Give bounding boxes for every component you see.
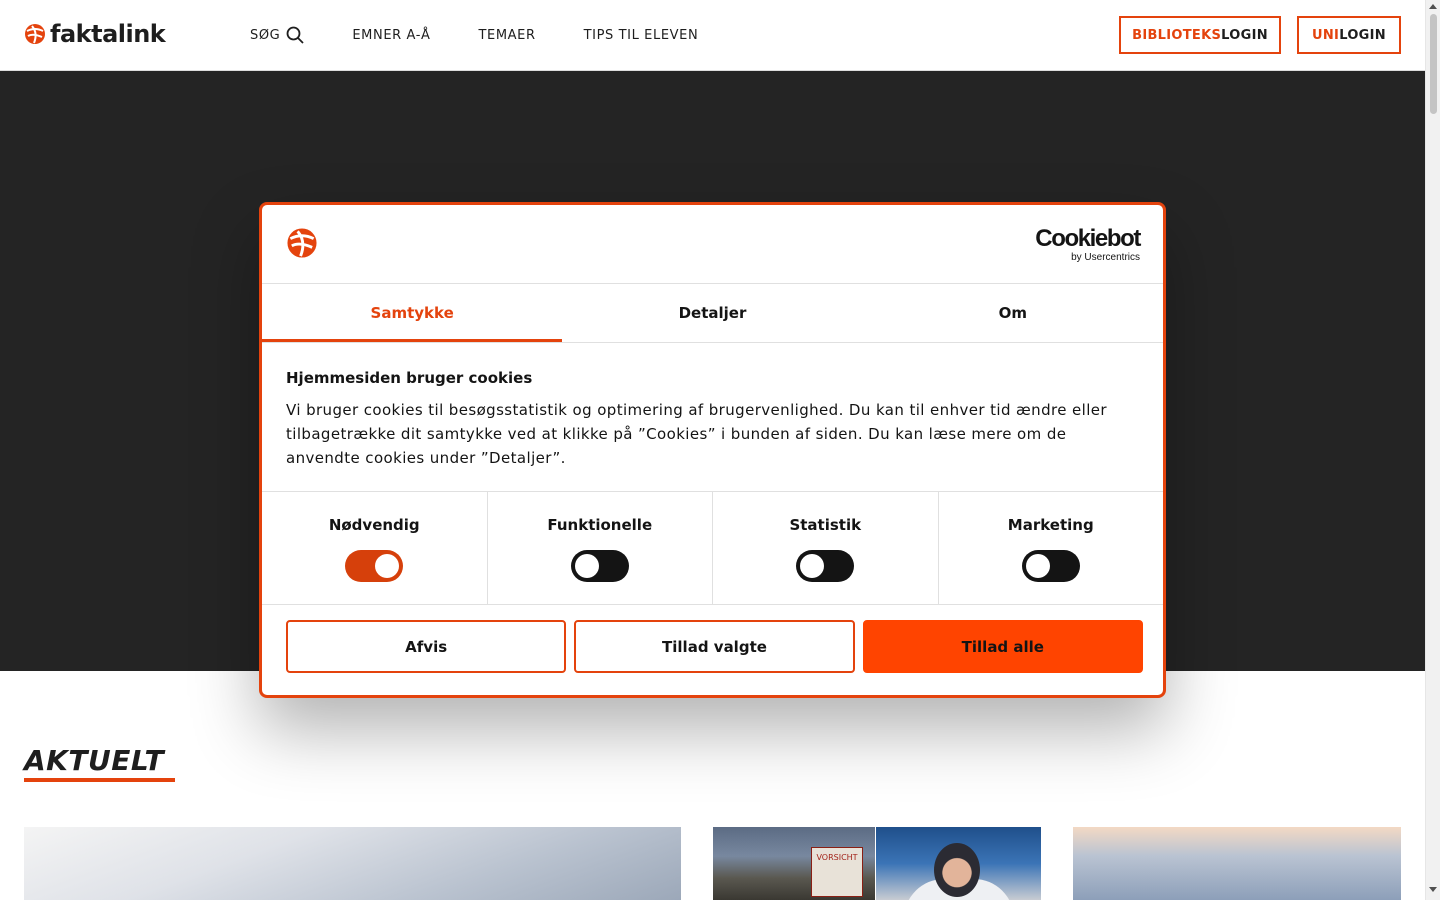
cookie-consent-dialog: Cookiebot by Usercentrics Samtykke Detal… [259,202,1166,698]
dialog-heading: Hjemmesiden bruger cookies [286,369,533,387]
cookie-categories: Nødvendig Funktionelle Statistik Marketi… [262,491,1163,605]
section-title: AKTUELT [24,744,165,777]
news-card-image[interactable]: VORSICHT [713,827,875,900]
divider [262,342,1163,343]
category-funktionelle: Funktionelle [488,492,713,604]
toggle-statistik[interactable] [796,550,855,582]
category-label: Statistik [789,516,862,534]
biblioteks-login-button[interactable]: BIBLIOTEKS LOGIN [1119,16,1281,54]
nav-item-label: TIPS TIL ELEVEN [583,27,699,43]
globe-logo-icon [25,24,45,44]
toggle-nodvendig[interactable] [345,550,404,582]
cookiebot-by: by Usercentrics [1071,252,1140,263]
nav-item-label: TEMAER [478,27,536,43]
category-label: Funktionelle [547,516,653,534]
cookiebot-logo[interactable]: Cookiebot by Usercentrics [1035,225,1141,264]
category-label: Marketing [1007,516,1094,534]
warning-sign: VORSICHT [811,847,863,897]
tab-detaljer[interactable]: Detaljer [562,284,862,342]
nav-item-emner[interactable]: EMNER A-Å [352,26,430,44]
login-rest-text: LOGIN [1339,27,1386,43]
dialog-tabs: Samtykke Detaljer Om [262,284,1163,342]
tab-samtykke[interactable]: Samtykke [262,284,563,342]
category-label: Nødvendig [328,516,420,534]
scroll-up-icon[interactable] [1429,4,1437,9]
sign-text: VORSICHT [816,853,858,862]
allow-selected-button[interactable]: Tillad valgte [574,620,855,673]
toggle-knob [574,554,599,578]
scroll-thumb[interactable] [1430,14,1437,114]
login-accent-text: UNI [1312,27,1340,43]
news-card-image[interactable] [876,827,1041,900]
nav-item-search[interactable]: SØG [250,26,304,44]
scroll-down-icon[interactable] [1429,887,1437,892]
page-scrollbar[interactable] [1425,0,1440,900]
category-marketing: Marketing [939,492,1164,604]
toggle-knob [800,554,825,578]
nav-item-temaer[interactable]: TEMAER [479,26,536,44]
dialog-logo [286,227,318,263]
category-statistik: Statistik [713,492,939,604]
toggle-funktionelle[interactable] [570,550,629,582]
allow-all-button[interactable]: Tillad alle [862,620,1143,673]
faktalink-logo[interactable]: faktalink [24,20,166,48]
main-nav: SØG EMNER A-Å TEMAER TIPS TIL ELEVEN [250,26,746,44]
toggle-knob [375,554,400,578]
login-rest-text: LOGIN [1221,27,1268,43]
tab-om[interactable]: Om [863,284,1163,342]
login-accent-text: BIBLIOTEKS [1132,27,1222,43]
dialog-body-text: Vi bruger cookies til besøgsstatistik og… [286,401,1108,467]
news-card-image[interactable] [1073,827,1401,900]
nav-item-tips[interactable]: TIPS TIL ELEVEN [584,26,699,44]
site-header: faktalink SØG EMNER A-Å TEMAER TIPS TIL … [0,0,1425,71]
category-nodvendig: Nødvendig [262,492,488,604]
globe-logo-icon [287,228,317,258]
dialog-buttons: Afvis Tillad valgte Tillad alle [286,620,1143,673]
reject-button[interactable]: Afvis [286,620,567,673]
cookiebot-name: Cookiebot [1035,225,1141,252]
nav-item-label: EMNER A-Å [352,27,431,43]
toggle-marketing[interactable] [1021,550,1080,582]
toggle-knob [1025,554,1050,578]
news-card-image[interactable] [24,827,681,900]
section-title-underline [24,778,175,782]
search-icon [286,26,304,44]
logo-text: faktalink [50,20,166,48]
uni-login-button[interactable]: UNI LOGIN [1297,16,1401,54]
nav-item-label: SØG [250,27,281,43]
astronaut-head [934,843,980,897]
